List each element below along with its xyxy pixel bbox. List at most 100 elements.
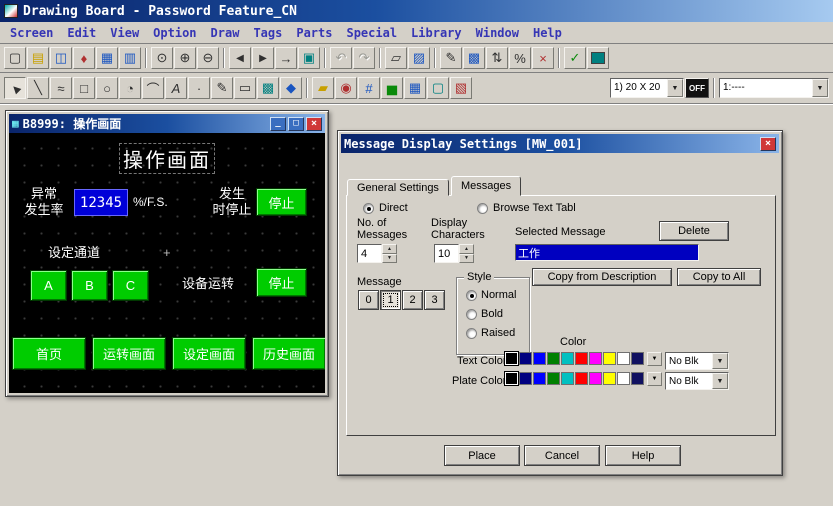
ellipse-tool-button[interactable]: ○ bbox=[96, 77, 118, 99]
grid-off-button[interactable]: OFF bbox=[685, 78, 709, 98]
display-characters-value[interactable]: 10 bbox=[434, 244, 459, 263]
message-0-button[interactable]: 0 bbox=[358, 290, 379, 310]
eraser-tool-button[interactable]: ▭ bbox=[234, 77, 256, 99]
channel-b-switch[interactable]: B bbox=[71, 270, 108, 301]
menu-tags[interactable]: Tags bbox=[246, 24, 289, 42]
copy-to-all-button[interactable]: Copy to All bbox=[677, 268, 761, 286]
color-swatch[interactable] bbox=[561, 352, 574, 365]
display-environment-button[interactable]: ▣ bbox=[298, 47, 320, 69]
dialog-close-button[interactable]: × bbox=[760, 137, 776, 151]
place-button[interactable]: Place bbox=[444, 445, 520, 466]
menu-window[interactable]: Window bbox=[469, 24, 526, 42]
chevron-down-icon[interactable]: ▼ bbox=[667, 79, 683, 97]
color-swatch[interactable] bbox=[575, 352, 588, 365]
title-bar[interactable]: Drawing Board - Password Feature_CN bbox=[0, 0, 833, 22]
zoom-in-button[interactable]: ⊕ bbox=[174, 47, 196, 69]
menu-option[interactable]: Option bbox=[146, 24, 203, 42]
previous-screen-button[interactable]: ◀ bbox=[229, 47, 251, 69]
dialog-titlebar[interactable]: Message Display Settings [MW_001] × bbox=[341, 134, 779, 153]
unit-label[interactable]: %/F.S. bbox=[133, 195, 168, 209]
message-2-button[interactable]: 2 bbox=[402, 290, 423, 310]
undo-button[interactable]: ↶ bbox=[330, 47, 352, 69]
message-1-button[interactable]: 1 bbox=[380, 290, 401, 310]
menu-parts[interactable]: Parts bbox=[289, 24, 339, 42]
nav-home-switch[interactable]: 首页 bbox=[12, 337, 86, 370]
spin-up-icon[interactable]: ▲ bbox=[382, 244, 397, 254]
menu-draw[interactable]: Draw bbox=[204, 24, 247, 42]
menu-view[interactable]: View bbox=[103, 24, 146, 42]
dot-size-dropdown[interactable]: 1) 20 X 20 ▼ bbox=[610, 78, 684, 98]
nav-setting-switch[interactable]: 设定画面 bbox=[172, 337, 246, 370]
nav-history-switch[interactable]: 历史画面 bbox=[252, 337, 325, 370]
color-swatch[interactable] bbox=[505, 352, 518, 365]
style-raised-label[interactable]: Raised bbox=[481, 327, 515, 339]
chevron-down-icon[interactable]: ▼ bbox=[812, 79, 828, 97]
color-swatch[interactable] bbox=[561, 372, 574, 385]
stop-switch-2[interactable]: 停止 bbox=[256, 268, 307, 297]
copy-from-description-button[interactable]: Copy from Description bbox=[532, 268, 672, 286]
screen-setting-button[interactable]: ▦ bbox=[96, 47, 118, 69]
style-normal-radio[interactable] bbox=[466, 290, 477, 301]
direct-radio-label[interactable]: Direct bbox=[379, 202, 408, 214]
minimize-button[interactable]: _ bbox=[270, 117, 286, 131]
device-run-label[interactable]: 设备运转 bbox=[182, 273, 234, 292]
palette-more-button[interactable]: ▼ bbox=[647, 372, 662, 386]
color-swatch[interactable] bbox=[575, 372, 588, 385]
color-swatch[interactable] bbox=[519, 372, 532, 385]
color-swatch[interactable] bbox=[617, 352, 630, 365]
maximize-button[interactable]: □ bbox=[288, 117, 304, 131]
color-swatch[interactable] bbox=[589, 372, 602, 385]
color-swatch[interactable] bbox=[589, 352, 602, 365]
color-swatch[interactable] bbox=[533, 352, 546, 365]
copy-button[interactable]: ▱ bbox=[385, 47, 407, 69]
line-tool-button[interactable]: ╲ bbox=[27, 77, 49, 99]
browse-text-table-label[interactable]: Browse Text Tabl bbox=[493, 202, 576, 214]
chevron-down-icon[interactable]: ▼ bbox=[712, 373, 728, 389]
text-color-blink-dropdown[interactable]: No Blk ▼ bbox=[665, 352, 729, 370]
set-channel-label[interactable]: 设定通道 bbox=[48, 242, 100, 261]
style-raised-radio[interactable] bbox=[466, 328, 477, 339]
color-swatch[interactable] bbox=[547, 352, 560, 365]
tab-general-settings[interactable]: General Settings bbox=[347, 179, 449, 196]
channel-a-switch[interactable]: A bbox=[30, 270, 67, 301]
zoom-out-button[interactable]: ⊖ bbox=[197, 47, 219, 69]
palette-parts-button[interactable]: ▧ bbox=[450, 77, 472, 99]
pen-tool-button[interactable]: ✎ bbox=[211, 77, 233, 99]
direct-radio[interactable] bbox=[363, 203, 374, 214]
menu-library[interactable]: Library bbox=[404, 24, 469, 42]
close-button[interactable]: × bbox=[306, 117, 322, 131]
color-swatch[interactable] bbox=[603, 352, 616, 365]
color-swatch[interactable] bbox=[631, 372, 644, 385]
display-characters-spinner[interactable]: 10 ▲ ▼ bbox=[434, 244, 474, 263]
menu-edit[interactable]: Edit bbox=[60, 24, 103, 42]
parts-button[interactable]: ▰ bbox=[312, 77, 334, 99]
color-swatch[interactable] bbox=[519, 352, 532, 365]
scale-dropdown[interactable]: 1:---- ▼ bbox=[719, 78, 829, 98]
paste-button[interactable]: ▨ bbox=[408, 47, 430, 69]
palette-more-button[interactable]: ▼ bbox=[647, 352, 662, 366]
tab-messages[interactable]: Messages bbox=[451, 176, 521, 196]
color-swatch[interactable] bbox=[533, 372, 546, 385]
error-rate-label[interactable]: 异常 发生率 bbox=[15, 186, 73, 217]
redo-button[interactable]: ↷ bbox=[353, 47, 375, 69]
rectangle-tool-button[interactable]: □ bbox=[73, 77, 95, 99]
color-swatch[interactable] bbox=[505, 372, 518, 385]
screen-list-button[interactable]: ▥ bbox=[119, 47, 141, 69]
text-tool-button[interactable]: A bbox=[165, 77, 187, 99]
selected-message-field[interactable]: 工作 bbox=[515, 244, 699, 261]
browse-text-table-radio[interactable] bbox=[477, 203, 488, 214]
zoom-ratio-button[interactable]: % bbox=[509, 47, 531, 69]
new-screen-button[interactable]: ▢ bbox=[4, 47, 26, 69]
style-bold-radio[interactable] bbox=[466, 309, 477, 320]
numeric-display-button[interactable]: # bbox=[358, 77, 380, 99]
screen-window-titlebar[interactable]: ▦ B8999: 操作画面 _ □ × bbox=[9, 114, 325, 133]
zoom-button[interactable]: ⊙ bbox=[151, 47, 173, 69]
select-tool-button[interactable]: ▲ bbox=[4, 77, 26, 99]
grid-toggle-button[interactable]: ▩ bbox=[463, 47, 485, 69]
stop-on-error-label[interactable]: 发生 时停止 bbox=[207, 186, 257, 217]
color-swatch[interactable] bbox=[617, 372, 630, 385]
dot-tool-button[interactable]: · bbox=[188, 77, 210, 99]
delete-button[interactable]: × bbox=[532, 47, 554, 69]
delete-button[interactable]: Delete bbox=[659, 221, 729, 241]
color-swatch[interactable] bbox=[631, 352, 644, 365]
